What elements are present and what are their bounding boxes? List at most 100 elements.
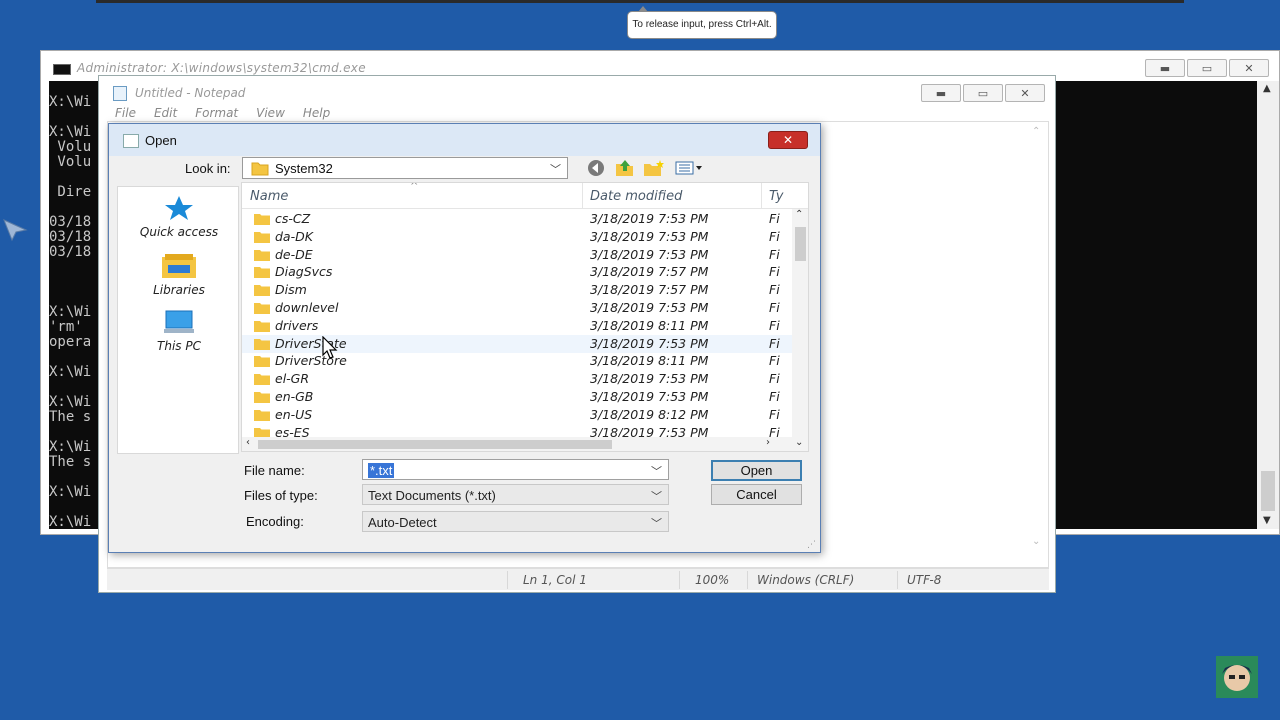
file-type: Fi bbox=[769, 353, 780, 369]
look-in-value: System32 bbox=[275, 161, 333, 176]
cmd-scroll-thumb[interactable] bbox=[1261, 471, 1275, 511]
file-type-select[interactable]: Text Documents (*.txt) ﹀ bbox=[362, 484, 669, 505]
file-type: Fi bbox=[769, 317, 780, 333]
notepad-title-bar[interactable]: Untitled - Notepad ▬ ▭ ✕ bbox=[99, 76, 1055, 108]
menu-format[interactable]: Format bbox=[195, 106, 238, 120]
file-date: 3/18/2019 8:11 PM bbox=[590, 353, 709, 369]
file-list-hscrollbar[interactable]: ‹ › bbox=[242, 437, 794, 451]
dialog-title-bar[interactable]: Open ✕ bbox=[109, 124, 820, 156]
folder-icon bbox=[254, 374, 270, 386]
file-name-label: File name: bbox=[244, 463, 305, 478]
file-row[interactable]: cs-CZ 3/18/2019 7:53 PM Fi bbox=[242, 210, 797, 228]
back-arrow-icon bbox=[588, 160, 604, 176]
file-row[interactable]: de-DE 3/18/2019 7:53 PM Fi bbox=[242, 246, 797, 264]
dialog-close-button[interactable]: ✕ bbox=[768, 131, 808, 149]
menu-view[interactable]: View bbox=[256, 106, 285, 120]
view-menu-button[interactable] bbox=[674, 158, 706, 178]
status-zoom: 100% bbox=[695, 573, 730, 587]
back-button[interactable] bbox=[585, 158, 607, 178]
scroll-up-icon[interactable]: ⌃ bbox=[795, 209, 803, 220]
cmd-scrollbar[interactable]: ▲ ▼ bbox=[1257, 81, 1279, 529]
release-input-tooltip: To release input, press Ctrl+Alt. bbox=[627, 6, 777, 39]
vscroll-thumb[interactable] bbox=[795, 227, 806, 261]
file-name: downlevel bbox=[275, 300, 339, 315]
resize-grip-icon[interactable]: ⋰ bbox=[807, 540, 816, 550]
menu-help[interactable]: Help bbox=[303, 106, 330, 120]
notepad-icon bbox=[113, 86, 127, 101]
column-name[interactable]: Name bbox=[250, 189, 288, 204]
file-row[interactable]: da-DK 3/18/2019 7:53 PM Fi bbox=[242, 228, 797, 246]
up-folder-button[interactable] bbox=[614, 158, 636, 178]
file-row[interactable]: en-US 3/18/2019 8:12 PM Fi bbox=[242, 406, 797, 424]
file-row[interactable]: Dism 3/18/2019 7:57 PM Fi bbox=[242, 281, 797, 299]
file-row[interactable]: downlevel 3/18/2019 7:53 PM Fi bbox=[242, 299, 797, 317]
place-libraries[interactable]: Libraries bbox=[118, 253, 240, 297]
scroll-down-icon[interactable]: ⌄ bbox=[795, 437, 803, 448]
file-name: en-GB bbox=[275, 389, 314, 404]
cancel-button[interactable]: Cancel bbox=[711, 484, 802, 505]
folder-icon bbox=[254, 231, 270, 243]
scroll-up-icon[interactable]: ⌃ bbox=[1032, 126, 1040, 137]
file-date: 3/18/2019 8:11 PM bbox=[590, 317, 709, 333]
console-line: Volu bbox=[49, 154, 92, 170]
column-date-modified[interactable]: Date modified bbox=[590, 189, 682, 204]
file-row[interactable]: en-GB 3/18/2019 7:53 PM Fi bbox=[242, 388, 797, 406]
place-quick-access[interactable]: Quick access bbox=[118, 195, 240, 239]
menu-file[interactable]: File bbox=[115, 106, 136, 120]
close-icon: ✕ bbox=[1244, 61, 1254, 75]
file-row[interactable]: DiagSvcs 3/18/2019 7:57 PM Fi bbox=[242, 263, 797, 281]
file-type-label: Files of type: bbox=[244, 488, 318, 503]
console-line: The s bbox=[49, 454, 92, 470]
minimize-icon: ▬ bbox=[935, 86, 947, 100]
places-bar: Quick access Libraries This PC bbox=[117, 186, 239, 454]
file-row[interactable]: drivers 3/18/2019 8:11 PM Fi bbox=[242, 317, 797, 335]
scroll-down-icon[interactable]: ▼ bbox=[1263, 515, 1271, 526]
up-folder-icon bbox=[616, 160, 633, 176]
file-list-vscrollbar[interactable]: ⌃ ⌄ bbox=[792, 209, 808, 451]
notepad-maximize-button[interactable]: ▭ bbox=[963, 84, 1003, 102]
dialog-icon bbox=[123, 134, 139, 148]
file-type: Fi bbox=[769, 389, 780, 404]
cmd-close-button[interactable]: ✕ bbox=[1229, 59, 1269, 77]
file-name: de-DE bbox=[275, 246, 313, 262]
scroll-down-icon[interactable]: ⌄ bbox=[1032, 536, 1040, 547]
scroll-left-icon[interactable]: ‹ bbox=[246, 437, 250, 448]
notepad-scrollbar[interactable]: ⌃ ⌄ bbox=[1029, 126, 1045, 596]
pointer-arrow-icon bbox=[3, 219, 28, 242]
scroll-up-icon[interactable]: ▲ bbox=[1263, 83, 1271, 94]
file-name-input[interactable]: *.txt ﹀ bbox=[362, 459, 669, 480]
menu-edit[interactable]: Edit bbox=[154, 106, 177, 120]
notepad-status-bar: Ln 1, Col 1 100% Windows (CRLF) UTF-8 bbox=[107, 568, 1049, 590]
file-date: 3/18/2019 7:53 PM bbox=[590, 246, 709, 262]
file-row[interactable]: el-GR 3/18/2019 7:53 PM Fi bbox=[242, 370, 797, 388]
view-menu-icon bbox=[675, 161, 702, 175]
notepad-minimize-button[interactable]: ▬ bbox=[921, 84, 961, 102]
notepad-close-button[interactable]: ✕ bbox=[1005, 84, 1045, 102]
folder-icon bbox=[254, 409, 270, 421]
sort-up-icon: ^ bbox=[410, 182, 419, 192]
new-folder-button[interactable] bbox=[643, 158, 665, 178]
encoding-select[interactable]: Auto-Detect ﹀ bbox=[362, 511, 669, 532]
file-name: cs-CZ bbox=[275, 211, 311, 226]
column-type[interactable]: Ty bbox=[769, 189, 784, 204]
open-button[interactable]: Open bbox=[711, 460, 802, 481]
status-position: Ln 1, Col 1 bbox=[523, 573, 587, 587]
look-in-dropdown[interactable]: System32 ﹀ bbox=[242, 157, 568, 179]
console-line: X:\Wi bbox=[49, 484, 92, 500]
open-dialog: Open ✕ Look in: System32 ﹀ Quick access … bbox=[108, 123, 821, 553]
chevron-down-icon[interactable]: ﹀ bbox=[651, 463, 662, 479]
console-line: 03/18 bbox=[49, 244, 92, 260]
cmd-maximize-button[interactable]: ▭ bbox=[1187, 59, 1227, 77]
hscroll-thumb[interactable] bbox=[258, 440, 612, 449]
cmd-minimize-button[interactable]: ▬ bbox=[1145, 59, 1185, 77]
console-line: X:\Wi bbox=[49, 124, 92, 140]
place-this-pc[interactable]: This PC bbox=[118, 309, 240, 353]
scroll-right-icon[interactable]: › bbox=[766, 437, 770, 448]
console-output: X:\Wi X:\Wi Volu Volu Dire 03/18 03/18 03/18… bbox=[49, 95, 91, 530]
file-type: Fi bbox=[769, 246, 780, 262]
encoding-label: Encoding: bbox=[246, 514, 304, 529]
